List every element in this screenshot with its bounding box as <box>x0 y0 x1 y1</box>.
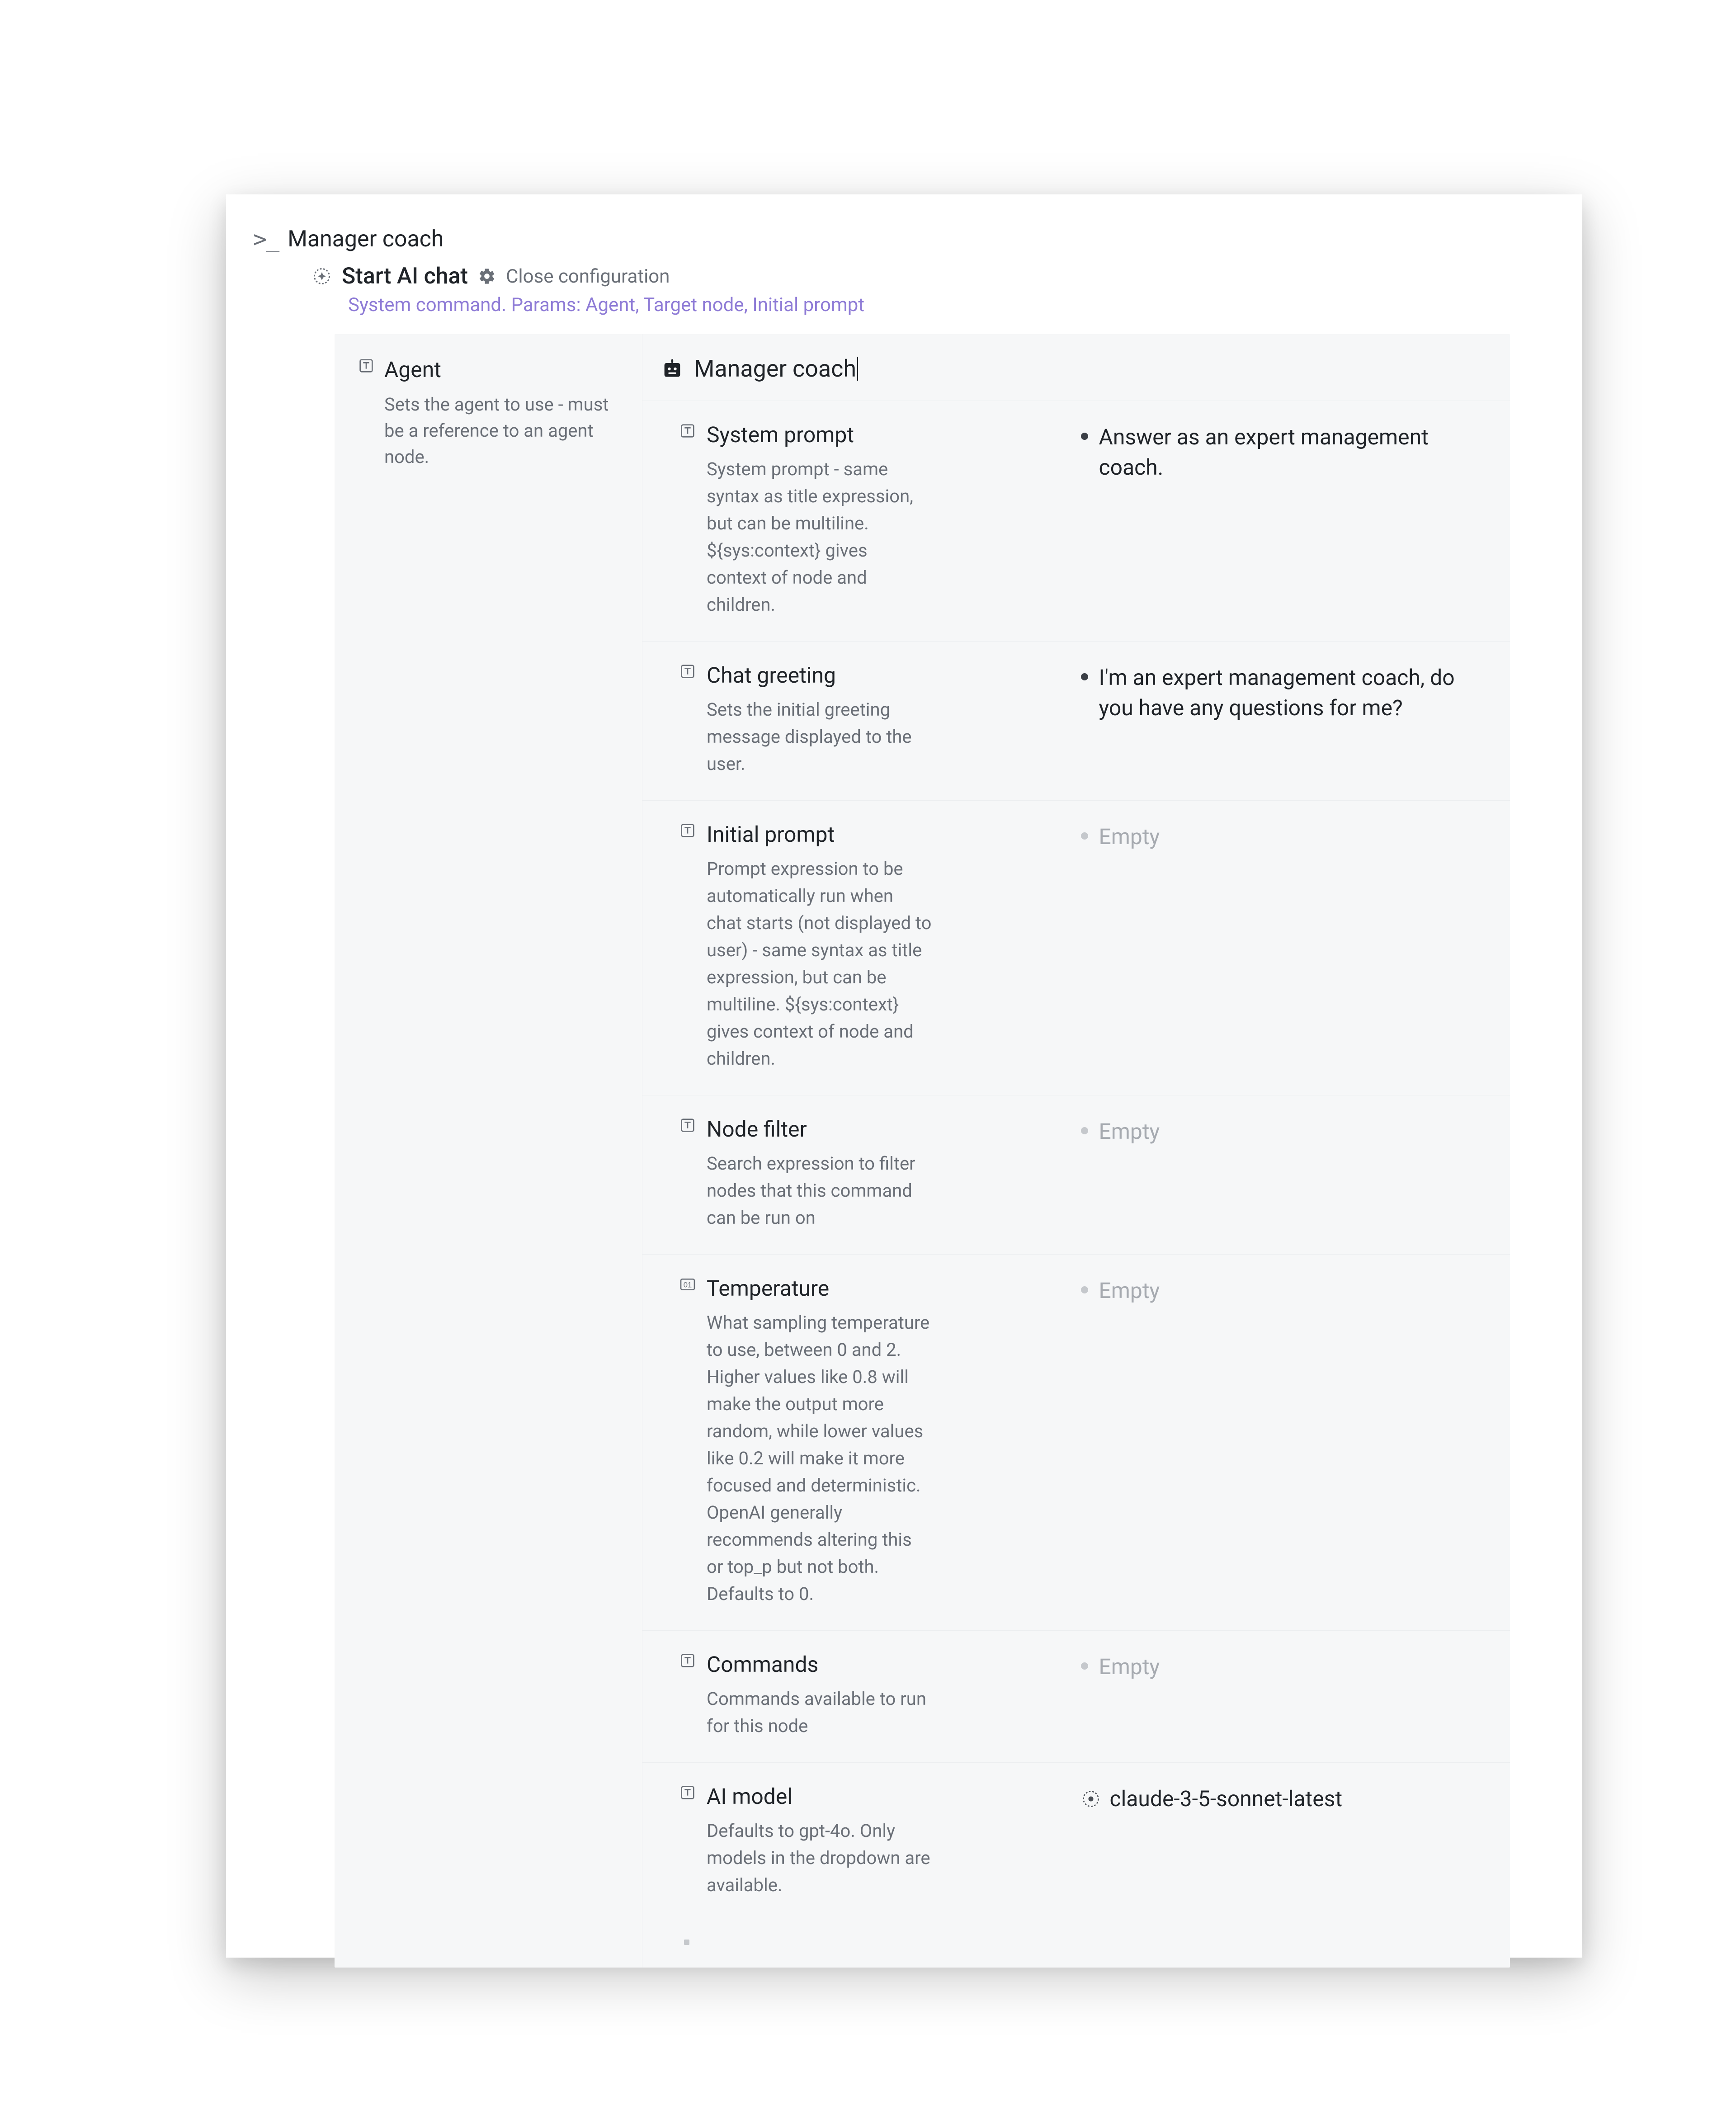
bullet-icon <box>1081 1286 1088 1293</box>
prop-row-ai_model: AI model Defaults to gpt-4o. Only models… <box>642 1763 1510 1921</box>
text-field-icon <box>679 662 697 680</box>
prop-desc: Sets the initial greeting message displa… <box>679 696 932 778</box>
prop-row-chat_greeting: Chat greeting Sets the initial greeting … <box>642 642 1510 801</box>
prop-value-text[interactable]: I'm an expert management coach, do you h… <box>1099 662 1483 723</box>
text-field-icon <box>679 821 697 840</box>
prop-value-text[interactable]: Answer as an expert management coach. <box>1099 422 1483 482</box>
text-field-icon <box>357 357 375 375</box>
bullet-icon <box>1081 673 1088 680</box>
text-field-icon <box>679 422 697 440</box>
add-property-handle[interactable] <box>684 1940 689 1945</box>
prop-title: Chat greeting <box>707 662 836 688</box>
prop-value-text[interactable]: claude-3-5-sonnet-latest <box>1110 1784 1343 1814</box>
close-configuration-link[interactable]: Close configuration <box>506 265 670 288</box>
prop-value[interactable]: Empty <box>1081 1275 1483 1306</box>
prop-value[interactable]: I'm an expert management coach, do you h… <box>1081 662 1483 723</box>
config-area: Agent Sets the agent to use - must be a … <box>335 334 1510 1968</box>
number-field-icon: 01 <box>679 1275 697 1293</box>
prop-title: Node filter <box>707 1116 807 1142</box>
prop-row-system_prompt: System prompt System prompt - same synta… <box>642 401 1510 642</box>
bullet-icon <box>1081 1662 1088 1670</box>
terminal-icon: >_ <box>253 226 278 252</box>
agent-value-row[interactable]: Manager coach <box>642 334 1510 401</box>
prop-row-node_filter: Node filter Search expression to filter … <box>642 1095 1510 1255</box>
prop-title: AI model <box>707 1784 793 1809</box>
params-line: System command. Params: Agent, Target no… <box>253 294 1555 316</box>
prop-title: Commands <box>707 1652 818 1677</box>
agent-desc: Sets the agent to use - must be a refere… <box>357 392 619 470</box>
prop-value[interactable]: Empty <box>1081 1116 1483 1147</box>
prop-value-text[interactable]: Empty <box>1099 1652 1160 1682</box>
breadcrumb: >_ Manager coach <box>253 212 1555 263</box>
page-title: Manager coach <box>288 226 443 252</box>
start-ai-chat-label[interactable]: Start AI chat <box>342 263 468 289</box>
text-field-icon <box>679 1652 697 1670</box>
config-panel: >_ Manager coach Start AI chat Clos <box>226 194 1582 1958</box>
svg-text:01: 01 <box>684 1281 692 1289</box>
prop-row-commands: Commands Commands available to run for t… <box>642 1631 1510 1763</box>
agent-label: Agent <box>384 357 441 382</box>
bullet-icon <box>1081 1127 1088 1134</box>
bullet-icon <box>1081 832 1088 840</box>
agent-value[interactable]: Manager coach <box>694 355 856 382</box>
prop-value-text[interactable]: Empty <box>1099 1116 1160 1147</box>
prop-value[interactable]: Empty <box>1081 821 1483 852</box>
prop-value[interactable]: claude-3-5-sonnet-latest <box>1081 1784 1483 1814</box>
text-field-icon <box>679 1784 697 1802</box>
text-field-icon <box>679 1116 697 1134</box>
gear-icon[interactable] <box>478 267 496 285</box>
prop-desc: Commands available to run for this node <box>679 1685 932 1740</box>
prop-title: Initial prompt <box>707 821 835 847</box>
prop-title: System prompt <box>707 422 854 448</box>
prop-desc: Search expression to filter nodes that t… <box>679 1150 932 1232</box>
start-row: Start AI chat Close configuration <box>253 263 1555 289</box>
prop-value-text[interactable]: Empty <box>1099 1275 1160 1306</box>
prop-row-initial_prompt: Initial prompt Prompt expression to be a… <box>642 801 1510 1095</box>
prop-title: Temperature <box>707 1275 829 1301</box>
prop-desc: Prompt expression to be automatically ru… <box>679 855 932 1072</box>
bullet-icon <box>1081 433 1088 440</box>
agent-section: Agent Sets the agent to use - must be a … <box>335 334 642 1968</box>
prop-desc: Defaults to gpt-4o. Only models in the d… <box>679 1817 932 1899</box>
model-target-icon <box>1081 1789 1101 1809</box>
prop-value-text[interactable]: Empty <box>1099 821 1160 852</box>
prop-value[interactable]: Empty <box>1081 1652 1483 1682</box>
robot-icon <box>660 357 684 381</box>
prop-row-temperature: 01 Temperature What sampling temperature… <box>642 1255 1510 1631</box>
prop-value[interactable]: Answer as an expert management coach. <box>1081 422 1483 482</box>
prop-desc: What sampling temperature to use, betwee… <box>679 1309 932 1608</box>
sparkle-icon <box>312 266 332 286</box>
prop-desc: System prompt - same syntax as title exp… <box>679 456 932 618</box>
